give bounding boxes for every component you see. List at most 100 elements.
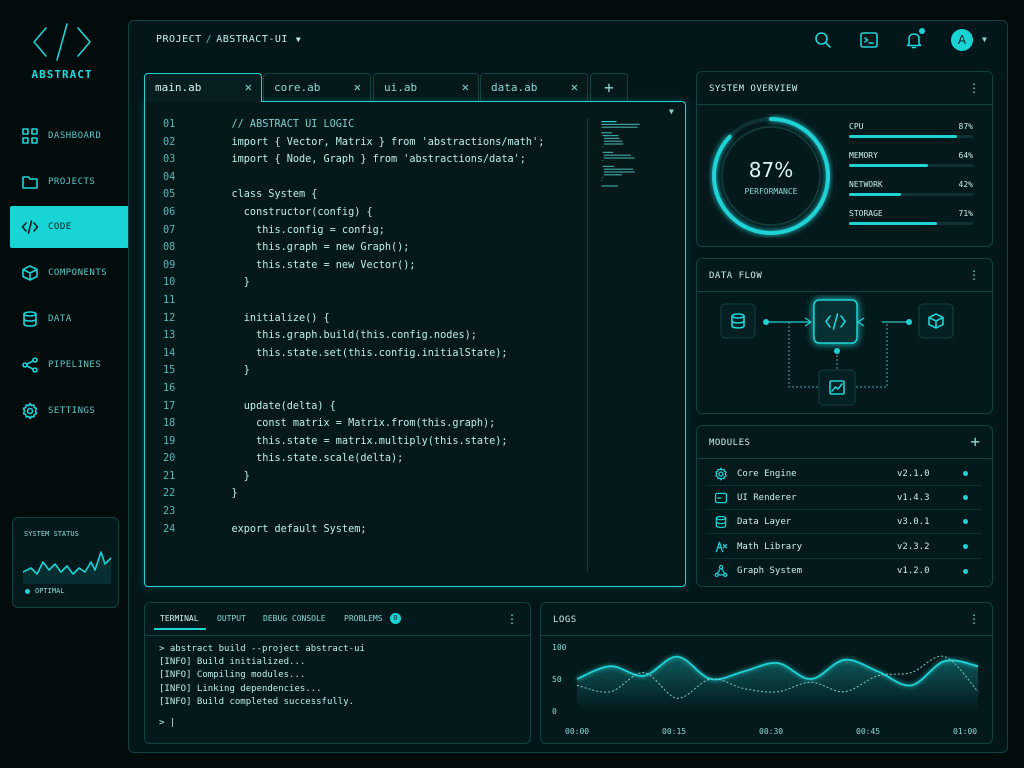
- sidebar-item-settings[interactable]: SETTINGS: [10, 390, 129, 432]
- module-status-dot: [963, 568, 968, 574]
- code-node[interactable]: [813, 299, 858, 344]
- code-line[interactable]: 02 import { Vector, Matrix } from 'abstr…: [163, 137, 544, 155]
- sidebar-item-data[interactable]: DATA: [10, 298, 129, 340]
- add-module-button[interactable]: +: [970, 432, 980, 451]
- line-number: 07: [163, 224, 176, 236]
- line-number: 15: [163, 365, 176, 377]
- close-icon[interactable]: ✕: [462, 80, 469, 94]
- code-editor[interactable]: 01 // ABSTRACT UI LOGIC 02 import { Vecto…: [144, 101, 686, 587]
- x-tick-label: 00:45: [856, 727, 880, 736]
- module-status-dot: [963, 471, 968, 476]
- tab-label: ui.ab: [384, 81, 418, 94]
- panel-title: SYSTEM OVERVIEW: [709, 84, 798, 94]
- code-line[interactable]: 09 this.state = new Vector();: [163, 260, 544, 278]
- close-icon[interactable]: ✕: [354, 80, 361, 94]
- breadcrumb[interactable]: PROJECT / ABSTRACT-UI ▼: [156, 34, 301, 45]
- line-number: 16: [163, 382, 176, 394]
- code-line[interactable]: 17 update(delta) {: [163, 401, 544, 419]
- code-line[interactable]: 21 }: [163, 471, 544, 489]
- code-line[interactable]: 20 this.state.scale(delta);: [163, 453, 544, 471]
- minimap-line: [602, 177, 604, 179]
- sidebar-item-pipelines[interactable]: PIPELINES: [10, 344, 129, 386]
- breadcrumb-project[interactable]: PROJECT: [156, 34, 202, 45]
- code-text: // ABSTRACT UI LOGIC: [207, 119, 355, 130]
- close-icon[interactable]: ✕: [245, 80, 252, 94]
- sidebar-item-code[interactable]: CODE: [10, 206, 129, 248]
- code-line[interactable]: 05 class System {: [163, 189, 544, 207]
- terminal-icon[interactable]: [859, 30, 879, 50]
- line-number: 14: [163, 347, 176, 359]
- data-flow-diagram: [720, 299, 954, 406]
- sidebar-item-projects[interactable]: PROJECTS: [10, 161, 129, 203]
- tab-output[interactable]: OUTPUT: [217, 614, 246, 623]
- more-vertical-icon[interactable]: ⋮: [968, 81, 980, 95]
- module-row-math-library[interactable]: Math Library v2.3.2: [705, 535, 982, 559]
- folder-icon: [21, 173, 39, 191]
- terminal-panel[interactable]: TERMINAL OUTPUT DEBUG CONSOLE PROBLEMS 0…: [144, 602, 531, 744]
- tab-debug-console[interactable]: DEBUG CONSOLE: [263, 614, 326, 623]
- code-line[interactable]: 04: [163, 172, 544, 190]
- code-line[interactable]: 24 export default System;: [163, 524, 544, 542]
- more-vertical-icon[interactable]: ⋮: [968, 268, 980, 282]
- code-line[interactable]: 22 }: [163, 488, 544, 506]
- module-row-graph-system[interactable]: Graph System v1.2.0: [705, 559, 982, 583]
- chevron-down-icon[interactable]: ▼: [296, 35, 301, 44]
- code-line[interactable]: 15 }: [163, 365, 544, 383]
- breadcrumb-current[interactable]: ABSTRACT-UI: [216, 34, 288, 45]
- sidebar-item-label: COMPONENTS: [48, 268, 108, 278]
- chart-node[interactable]: [818, 369, 856, 406]
- series-1-area: [577, 656, 978, 711]
- tab-terminal[interactable]: TERMINAL: [160, 614, 199, 623]
- line-number: 03: [163, 154, 176, 166]
- terminal-line: > abstract build --project abstract-ui: [159, 644, 365, 654]
- x-tick-label: 01:00: [953, 727, 977, 736]
- line-number: 20: [163, 453, 176, 465]
- database-node[interactable]: [720, 303, 756, 339]
- tab-ui-ab[interactable]: ui.ab ✕: [373, 73, 479, 102]
- cube-node[interactable]: [918, 303, 954, 339]
- sidebar-item-components[interactable]: COMPONENTS: [10, 252, 129, 294]
- add-tab-button[interactable]: +: [590, 73, 628, 102]
- minimap[interactable]: [598, 119, 648, 199]
- search-icon[interactable]: [813, 30, 833, 50]
- code-line[interactable]: 13 this.graph.build(this.config.nodes);: [163, 330, 544, 348]
- window-icon: [714, 491, 728, 505]
- tab-core-ab[interactable]: core.ab ✕: [263, 73, 371, 102]
- stat-label: CPU: [849, 122, 864, 131]
- system-status-card: SYSTEM STATUS OPTIMAL: [12, 517, 119, 608]
- line-number: 17: [163, 400, 176, 412]
- module-row-ui-renderer[interactable]: UI Renderer v1.4.3: [705, 486, 982, 510]
- module-name: Data Layer: [737, 516, 792, 527]
- terminal-line: [INFO] Build completed successfully.: [159, 696, 355, 707]
- tab-problems[interactable]: PROBLEMS: [344, 614, 383, 623]
- code-line[interactable]: 06 constructor(config) {: [163, 207, 544, 225]
- code-text: this.state.set(this.config.initialState)…: [207, 347, 508, 359]
- tab-main-ab[interactable]: main.ab ✕: [144, 73, 262, 102]
- chevron-down-icon[interactable]: ▼: [669, 107, 674, 116]
- module-row-core-engine[interactable]: Core Engine v2.1.0: [705, 462, 982, 486]
- code-line[interactable]: 11: [163, 295, 544, 313]
- code-lines[interactable]: 01 // ABSTRACT UI LOGIC 02 import { Vecto…: [163, 119, 544, 541]
- code-text: }: [207, 277, 250, 289]
- sidebar-item-dashboard[interactable]: DASHBOARD: [10, 115, 129, 157]
- code-line[interactable]: 01 // ABSTRACT UI LOGIC: [163, 119, 544, 137]
- more-vertical-icon[interactable]: ⋮: [506, 612, 518, 626]
- tab-data-ab[interactable]: data.ab ✕: [480, 73, 588, 102]
- code-line[interactable]: 14 this.state.set(this.config.initialSta…: [163, 348, 544, 366]
- code-line[interactable]: 23: [163, 506, 544, 524]
- terminal-prompt[interactable]: > |: [159, 718, 175, 728]
- module-status-dot: [963, 544, 968, 549]
- code-line[interactable]: 10 }: [163, 277, 544, 295]
- module-row-data-layer[interactable]: Data Layer v3.0.1: [705, 510, 982, 534]
- avatar[interactable]: A: [951, 29, 973, 51]
- code-line[interactable]: 19 this.state = matrix.multiply(this.sta…: [163, 436, 544, 454]
- code-line[interactable]: 07 this.config = config;: [163, 225, 544, 243]
- code-line[interactable]: 03 import { Node, Graph } from 'abstract…: [163, 154, 544, 172]
- chevron-down-icon[interactable]: ▼: [982, 35, 987, 44]
- code-line[interactable]: 12 initialize() {: [163, 313, 544, 331]
- code-line[interactable]: 18 const matrix = Matrix.from(this.graph…: [163, 418, 544, 436]
- close-icon[interactable]: ✕: [571, 80, 578, 94]
- graph-icon: [714, 564, 728, 578]
- code-line[interactable]: 16: [163, 383, 544, 401]
- code-line[interactable]: 08 this.graph = new Graph();: [163, 242, 544, 260]
